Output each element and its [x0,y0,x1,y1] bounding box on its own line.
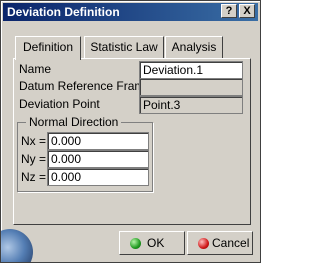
nx-field[interactable]: 0.000 [47,132,149,150]
nz-field[interactable]: 0.000 [47,168,149,186]
ok-icon [130,238,141,249]
cancel-label: Cancel [212,236,250,250]
tab-analysis[interactable]: Analysis [165,36,223,58]
tab-statistic-law-label: Statistic Law [90,40,158,54]
ok-label: OK [147,236,165,250]
datum-reference-frame-label: Datum Reference Frame [19,79,152,93]
tab-analysis-label: Analysis [171,40,217,54]
close-icon: X [243,5,251,17]
tab-definition-label: Definition [22,40,74,54]
normal-direction-title: Normal Direction [26,115,122,129]
close-button[interactable]: X [239,4,255,18]
deviation-point-field[interactable]: Point.3 [139,96,243,114]
cancel-button[interactable]: Cancel [187,231,253,255]
ny-label: Ny = [21,152,47,166]
tab-definition[interactable]: Definition [15,36,81,60]
cancel-icon [198,238,209,249]
nz-label: Nz = [21,170,47,184]
datum-reference-frame-field[interactable] [139,78,243,96]
ok-button[interactable]: OK [119,231,185,255]
name-value: Deviation.1 [143,63,204,77]
title-bar[interactable]: Deviation Definition [3,3,258,21]
nx-label: Nx = [21,134,47,148]
tab-statistic-law[interactable]: Statistic Law [84,36,164,58]
ny-field[interactable]: 0.000 [47,150,149,168]
name-label: Name [19,62,52,76]
globe-icon [1,229,33,262]
nx-value: 0.000 [51,134,82,148]
deviation-point-value: Point.3 [143,98,181,112]
deviation-definition-dialog: Deviation Definition ? X Definition Stat… [0,0,261,263]
ny-value: 0.000 [51,152,82,166]
name-field[interactable]: Deviation.1 [139,61,243,79]
deviation-point-label: Deviation Point [19,97,100,111]
window-title: Deviation Definition [7,5,120,19]
nz-value: 0.000 [51,170,82,184]
help-icon: ? [225,5,233,17]
help-button[interactable]: ? [221,4,237,18]
